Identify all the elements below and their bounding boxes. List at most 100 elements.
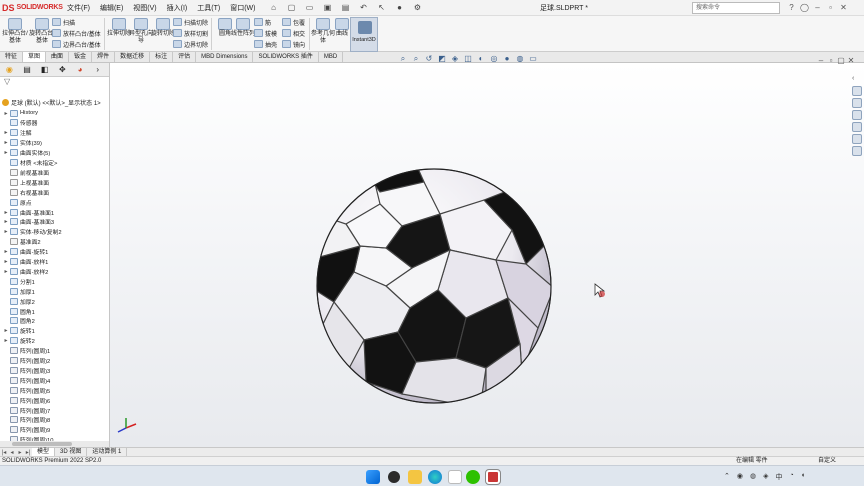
tab-evaluate[interactable]: 评估 (173, 52, 197, 62)
expand-arrow-icon[interactable]: ▸ (2, 268, 10, 275)
dimxpert-icon[interactable]: ✥ (56, 64, 69, 75)
tab-data-migration[interactable]: 数据迁移 (115, 52, 151, 62)
tab-addins[interactable]: SOLIDWORKS 插件 (253, 52, 319, 62)
tree-item[interactable]: 圆角2 (2, 316, 35, 326)
menu-insert[interactable]: 插入(I) (162, 3, 193, 13)
tray-app-icon[interactable]: ◉ (737, 472, 743, 482)
sweep-button[interactable]: 扫描 (52, 17, 75, 27)
open-icon[interactable]: ▭ (302, 2, 316, 14)
wrap-button[interactable]: 包覆 (282, 17, 305, 27)
tab-sheet-metal[interactable]: 钣金 (69, 52, 93, 62)
zoom-area-icon[interactable]: ⌕ (411, 54, 421, 64)
tree-item[interactable]: 加厚2 (2, 296, 35, 306)
loft-button[interactable]: 放样凸台/基体 (52, 28, 101, 38)
tree-item[interactable]: 分割1 (2, 276, 35, 286)
viewport-maximize-icon[interactable]: ▢ (836, 56, 846, 65)
resources-icon[interactable] (852, 86, 862, 96)
tray-app-icon[interactable]: ◍ (750, 472, 756, 482)
draft-button[interactable]: 拔模 (254, 28, 277, 38)
menu-view[interactable]: 视图(V) (128, 3, 161, 13)
filter-icon[interactable]: ▽ (0, 77, 109, 87)
tray-app-icon[interactable]: ◈ (763, 472, 768, 482)
view-palette-icon[interactable] (852, 122, 862, 132)
scrollbar-thumb[interactable] (12, 442, 72, 446)
viewport-close-icon[interactable]: ✕ (846, 56, 856, 65)
view-orientation-icon[interactable]: ◫ (463, 54, 473, 64)
new-icon[interactable]: ▢ (284, 2, 298, 14)
undo-icon[interactable]: ↶ (356, 2, 370, 14)
hide-show-icon[interactable]: ◎ (489, 54, 499, 64)
task-pane-expand-icon[interactable]: ‹ (852, 75, 854, 82)
expand-arrow-icon[interactable]: ▸ (2, 139, 10, 146)
user-icon[interactable]: ◯ (799, 2, 810, 13)
shell-button[interactable]: 抽壳 (254, 39, 277, 49)
display-style-icon[interactable]: ◐ (476, 54, 486, 64)
solidworks-taskbar-icon[interactable] (485, 469, 501, 485)
chrome-icon[interactable] (448, 470, 462, 484)
tree-item[interactable]: ▸ 实体(39) (2, 138, 42, 148)
file-explorer-icon[interactable] (852, 110, 862, 120)
network-icon[interactable]: ◔ (789, 472, 793, 482)
minimize-icon[interactable]: – (812, 2, 823, 13)
tree-item[interactable]: 加厚1 (2, 286, 35, 296)
tab-last-icon[interactable]: ▸| (24, 449, 32, 456)
boundary-button[interactable]: 边界凸台/基体 (52, 39, 101, 49)
tree-item[interactable]: ▸ History (2, 108, 38, 118)
home-icon[interactable]: ⌂ (266, 2, 280, 14)
tree-item[interactable]: ▸ 旋转2 (2, 336, 35, 346)
soccer-ball-model[interactable] (316, 168, 552, 404)
tree-item[interactable]: 阵列(圆周)7 (2, 405, 50, 415)
tree-item[interactable]: 原点 (2, 197, 32, 207)
feature-tree-icon[interactable]: ◉ (3, 64, 16, 75)
config-manager-icon[interactable]: ◧ (38, 64, 51, 75)
tab-mbd[interactable]: MBD (319, 52, 344, 62)
panel-expand-icon[interactable]: › (91, 64, 104, 75)
tab-features[interactable]: 特征 (0, 52, 24, 62)
apply-scene-icon[interactable]: ◍ (515, 54, 525, 64)
tree-item[interactable]: 阵列(圆周)3 (2, 365, 50, 375)
rebuild-icon[interactable]: ● (392, 2, 406, 14)
display-manager-icon[interactable]: ◕ (74, 64, 87, 75)
tree-item[interactable]: ▸ 注解 (2, 128, 32, 138)
viewport-restore-icon[interactable]: ▫ (826, 56, 836, 65)
file-explorer-icon[interactable] (408, 470, 422, 484)
loft-cut-button[interactable]: 放样切割 (173, 28, 208, 38)
expand-arrow-icon[interactable]: ▸ (2, 258, 10, 265)
tree-item[interactable]: ▸ 旋转1 (2, 326, 35, 336)
print-icon[interactable]: ▤ (338, 2, 352, 14)
tree-item[interactable]: 阵列(圆周)2 (2, 356, 50, 366)
tree-item[interactable]: 阵列(圆周)5 (2, 385, 50, 395)
search-command-input[interactable]: 搜索命令 (692, 2, 780, 14)
mirror-button[interactable]: 镜向 (282, 39, 305, 49)
instant3d-button[interactable]: Instant3D (350, 17, 378, 52)
linear-pattern-button[interactable]: 线性阵列 (230, 18, 256, 38)
tray-chevron-icon[interactable]: ⌃ (724, 472, 730, 482)
tab-next-icon[interactable]: ▸ (16, 449, 24, 456)
save-icon[interactable]: ▣ (320, 2, 334, 14)
tree-item[interactable]: 前视基准面 (2, 167, 49, 177)
tab-prev-icon[interactable]: ◂ (8, 449, 16, 456)
tree-item[interactable]: ▸ 曲面-基准面3 (2, 217, 54, 227)
dynamic-annotation-icon[interactable]: ◈ (450, 54, 460, 64)
tree-item[interactable]: 阵列(圆周)1 (2, 346, 50, 356)
tree-item[interactable]: 阵列(圆周)9 (2, 425, 50, 435)
section-view-icon[interactable]: ◩ (437, 54, 447, 64)
tree-item[interactable]: ▸ 曲面-基准面1 (2, 207, 54, 217)
custom-properties-icon[interactable] (852, 146, 862, 156)
solidworks-logo[interactable]: DS SOLIDWORKS (0, 3, 63, 13)
expand-arrow-icon[interactable]: ▸ (2, 228, 10, 235)
menu-tools[interactable]: 工具(T) (192, 3, 225, 13)
rib-button[interactable]: 筋 (254, 17, 271, 27)
tab-surfaces[interactable]: 曲面 (46, 52, 70, 62)
ime-indicator[interactable]: 中 (775, 472, 782, 482)
menu-file[interactable]: 文件(F) (62, 3, 95, 13)
tree-item[interactable]: 材质 <未指定> (2, 158, 57, 168)
expand-arrow-icon[interactable]: ▸ (2, 110, 10, 117)
edge-browser-icon[interactable] (428, 470, 442, 484)
windows-start-icon[interactable] (366, 470, 380, 484)
select-icon[interactable]: ↖ (374, 2, 388, 14)
tree-item[interactable]: 上视基准面 (2, 177, 49, 187)
tree-item[interactable]: ▸ 曲面实体(5) (2, 148, 50, 158)
design-library-icon[interactable] (852, 98, 862, 108)
extrude-boss-button[interactable]: 拉伸凸台/基体 (2, 18, 28, 44)
